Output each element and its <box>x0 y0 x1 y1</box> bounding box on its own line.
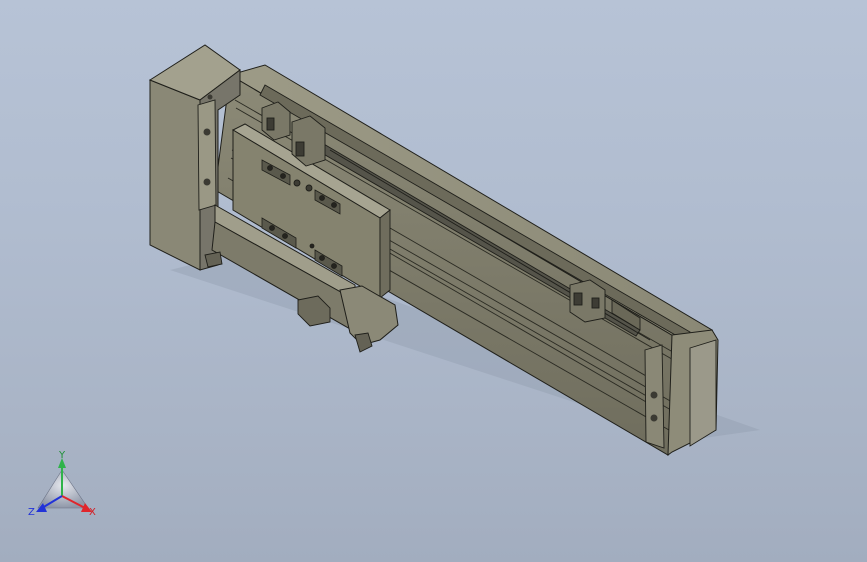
graphics-viewport[interactable]: Y Z X <box>0 0 867 562</box>
x-axis-label: X <box>89 507 96 518</box>
y-axis-label: Y <box>58 450 66 461</box>
view-orientation-triad[interactable]: Y Z X <box>0 0 867 562</box>
z-axis-label: Z <box>28 507 35 518</box>
